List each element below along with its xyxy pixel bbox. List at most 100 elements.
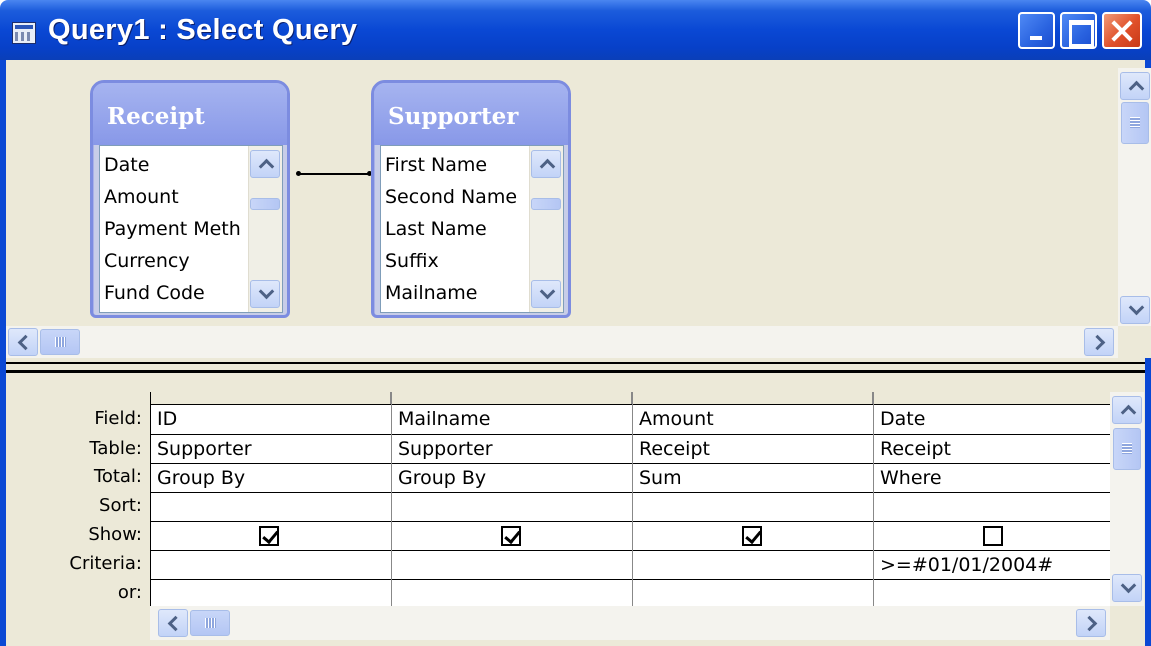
column-selector[interactable] (633, 392, 873, 404)
cell-criteria[interactable] (392, 552, 632, 578)
field-item[interactable]: Last Name (385, 218, 487, 248)
scroll-up-icon[interactable] (250, 150, 280, 178)
field-item[interactable]: Mailname (385, 282, 477, 312)
scroll-down-icon[interactable] (531, 280, 561, 308)
row-label-show: Show: (88, 524, 142, 545)
cell-table[interactable]: Supporter (392, 436, 632, 462)
field-item[interactable]: Second Name (385, 186, 517, 216)
field-item[interactable]: First Name (385, 154, 487, 184)
cell-total[interactable]: Where (874, 465, 1111, 491)
scroll-thumb[interactable] (40, 329, 80, 355)
table-diagram-pane[interactable]: Receipt Date Amount Payment Meth Currenc… (6, 60, 1151, 362)
row-label-or: or: (117, 582, 142, 603)
column-selector[interactable] (874, 392, 1111, 404)
diagram-vertical-scrollbar[interactable] (1118, 68, 1151, 328)
grid-line (151, 463, 1111, 464)
pane-splitter[interactable] (6, 362, 1145, 382)
field-list-header[interactable]: Receipt (93, 83, 287, 145)
scroll-left-icon[interactable] (8, 328, 38, 356)
field-item[interactable]: Currency (104, 250, 190, 280)
cell-field[interactable]: Amount (633, 406, 873, 432)
cell-or[interactable] (151, 581, 391, 607)
cell-or[interactable] (392, 581, 632, 607)
cell-total[interactable]: Sum (633, 465, 873, 491)
cell-criteria[interactable] (633, 552, 873, 578)
grid-vertical-scrollbar[interactable] (1110, 392, 1144, 606)
minimize-icon[interactable] (1018, 12, 1055, 49)
row-label-total: Total: (93, 466, 142, 487)
scroll-right-icon[interactable] (1084, 328, 1114, 356)
field-list-scrollbar[interactable] (529, 146, 563, 312)
row-label-sort: Sort: (99, 495, 142, 516)
cell-table[interactable]: Supporter (151, 436, 391, 462)
show-checkbox[interactable] (259, 526, 279, 546)
grid-line (151, 579, 1111, 580)
cell-total[interactable]: Group By (392, 465, 632, 491)
scroll-right-icon[interactable] (1076, 609, 1106, 637)
field-list-header[interactable]: Supporter (374, 83, 568, 145)
scroll-thumb[interactable] (190, 610, 230, 636)
cell-criteria[interactable] (151, 552, 391, 578)
scroll-thumb[interactable] (1113, 428, 1141, 470)
scroll-thumb[interactable] (1121, 102, 1149, 144)
cell-criteria[interactable]: >=#01/01/2004# (874, 552, 1111, 578)
cell-sort[interactable] (151, 494, 391, 520)
row-label-criteria: Criteria: (69, 553, 142, 574)
grid-horizontal-scrollbar[interactable] (150, 606, 1110, 640)
grid-line (151, 521, 1111, 522)
field-item[interactable]: Payment Meth (104, 218, 241, 248)
row-label-field: Field: (94, 408, 142, 429)
close-icon[interactable] (1102, 12, 1142, 49)
field-list-box[interactable]: Date Amount Payment Meth Currency Fund C… (99, 145, 283, 313)
scroll-left-icon[interactable] (158, 609, 188, 637)
field-list-scrollbar[interactable] (248, 146, 282, 312)
column-selector[interactable] (392, 392, 632, 404)
scroll-down-icon[interactable] (250, 280, 280, 308)
field-item[interactable]: Suffix (385, 250, 439, 280)
cell-sort[interactable] (874, 494, 1111, 520)
cell-sort[interactable] (392, 494, 632, 520)
grid-line (151, 434, 1111, 435)
field-list-title: Supporter (388, 103, 519, 130)
query-icon[interactable] (12, 22, 36, 44)
design-grid-pane[interactable]: Field: Table: Total: Sort: Show: Criteri… (6, 382, 1145, 646)
window-title: Query1 : Select Query (48, 14, 358, 46)
field-list-box[interactable]: First Name Second Name Last Name Suffix … (380, 145, 564, 313)
cell-field[interactable]: Date (874, 406, 1111, 432)
scroll-up-icon[interactable] (1112, 396, 1142, 424)
field-item[interactable]: Amount (104, 186, 179, 216)
cell-field[interactable]: ID (151, 406, 391, 432)
scrollbar-corner (1118, 326, 1151, 358)
field-list-supporter[interactable]: Supporter First Name Second Name Last Na… (371, 80, 571, 318)
field-list-title: Receipt (107, 103, 205, 130)
row-label-table: Table: (89, 438, 142, 459)
show-checkbox[interactable] (742, 526, 762, 546)
grid-line (151, 550, 1111, 551)
cell-or[interactable] (874, 581, 1111, 607)
maximize-icon[interactable] (1060, 12, 1097, 49)
field-item[interactable]: Fund Code (104, 282, 205, 312)
field-item[interactable]: Date (104, 154, 149, 184)
scroll-thumb[interactable] (250, 198, 280, 210)
title-bar[interactable]: Query1 : Select Query (0, 0, 1151, 60)
grid-line (151, 492, 1111, 493)
grid-line (151, 404, 1111, 405)
cell-field[interactable]: Mailname (392, 406, 632, 432)
show-checkbox[interactable] (501, 526, 521, 546)
design-grid[interactable]: ID Supporter Group By Mailname Supporter… (150, 392, 1111, 607)
column-selector[interactable] (151, 392, 391, 404)
cell-sort[interactable] (633, 494, 873, 520)
scroll-down-icon[interactable] (1112, 574, 1142, 602)
cell-table[interactable]: Receipt (633, 436, 873, 462)
cell-table[interactable]: Receipt (874, 436, 1111, 462)
scroll-up-icon[interactable] (1120, 72, 1150, 100)
field-list-receipt[interactable]: Receipt Date Amount Payment Meth Currenc… (90, 80, 290, 318)
show-checkbox[interactable] (983, 526, 1003, 546)
scroll-down-icon[interactable] (1120, 296, 1150, 324)
scroll-up-icon[interactable] (531, 150, 561, 178)
cell-or[interactable] (633, 581, 873, 607)
diagram-horizontal-scrollbar[interactable] (6, 326, 1118, 358)
join-line[interactable] (296, 171, 372, 176)
scroll-thumb[interactable] (531, 198, 561, 210)
cell-total[interactable]: Group By (151, 465, 391, 491)
